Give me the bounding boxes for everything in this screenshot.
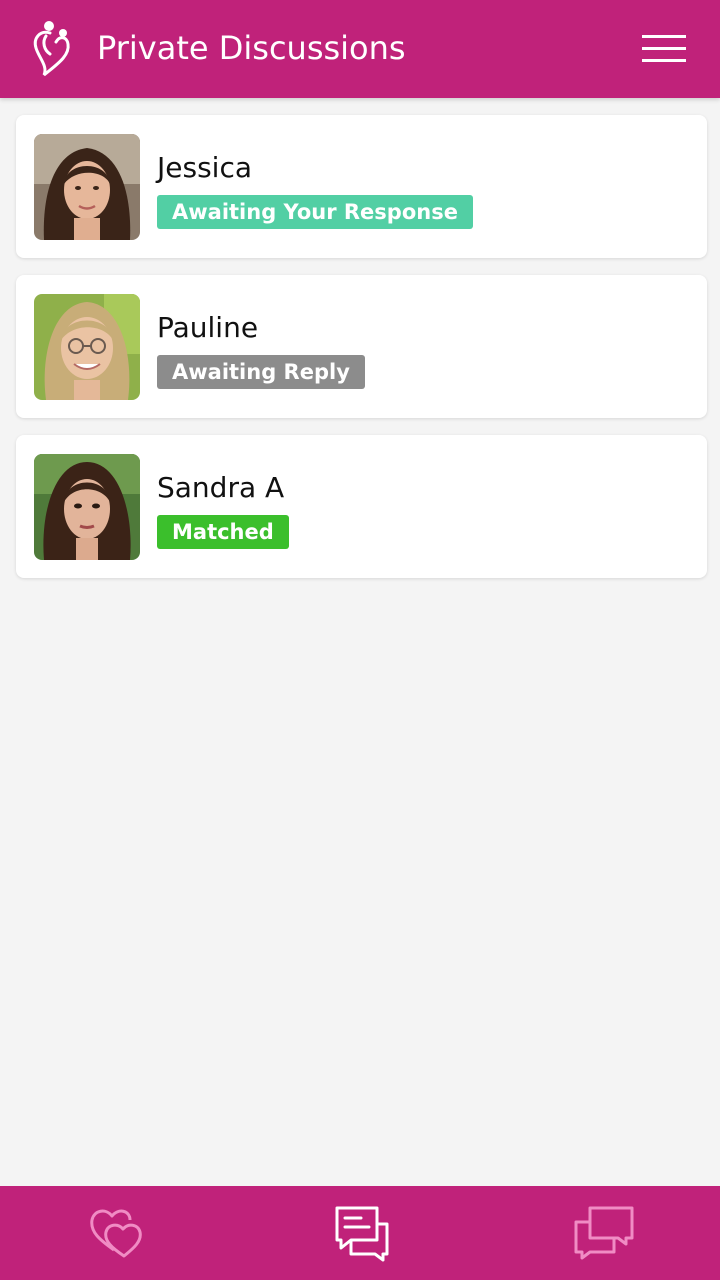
page-title: Private Discussions <box>97 29 406 67</box>
contact-name: Sandra A <box>157 471 285 504</box>
avatar <box>34 294 140 400</box>
status-badge: Awaiting Your Response <box>157 195 473 229</box>
status-badge: Matched <box>157 515 289 549</box>
avatar <box>34 454 140 560</box>
hamburger-menu-icon[interactable] <box>642 33 686 65</box>
status-badge: Awaiting Reply <box>157 355 365 389</box>
conversation-card-pauline[interactable]: Pauline Awaiting Reply <box>16 275 707 418</box>
heart-figure-logo <box>30 20 74 78</box>
contact-name: Jessica <box>157 151 252 184</box>
multi-chat-icon[interactable] <box>572 1204 636 1262</box>
bottom-navigation <box>0 1186 720 1280</box>
hearts-icon[interactable] <box>88 1204 152 1262</box>
conversation-card-jessica[interactable]: Jessica Awaiting Your Response <box>16 115 707 258</box>
avatar <box>34 134 140 240</box>
top-bar: Private Discussions <box>0 0 720 98</box>
chat-bubble-icon[interactable] <box>331 1204 395 1262</box>
contact-name: Pauline <box>157 311 259 344</box>
conversation-card-sandra-a[interactable]: Sandra A Matched <box>16 435 707 578</box>
conversation-list: Jessica Awaiting Your Response Pauline A… <box>16 115 707 595</box>
